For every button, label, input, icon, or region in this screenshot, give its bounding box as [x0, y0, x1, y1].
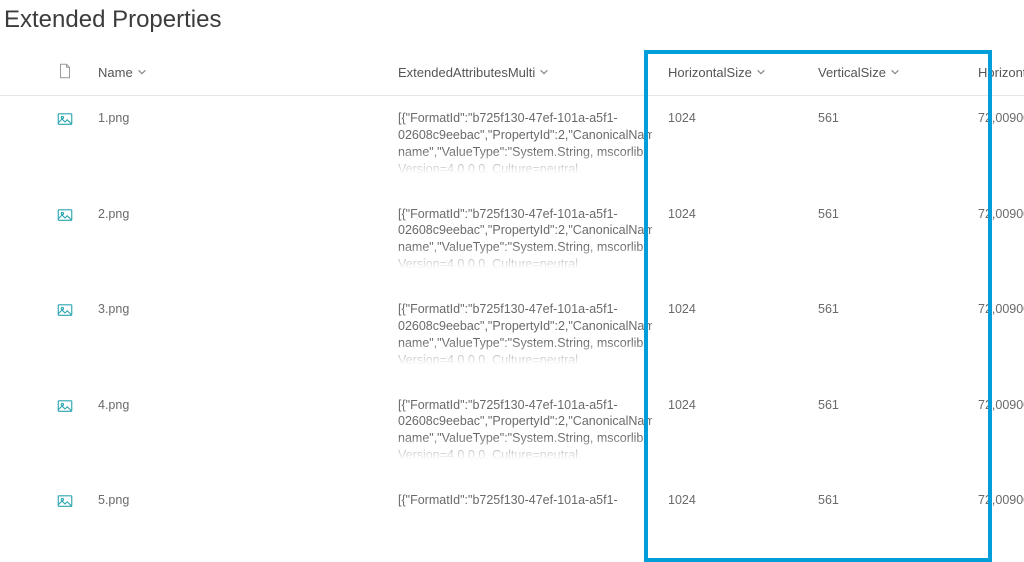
- cell-hsize: 1024: [668, 493, 696, 507]
- cell-name: 5.png: [98, 493, 129, 507]
- cell-ext: [{"FormatId":"b725f130-47ef-101a-a5f1-02…: [398, 397, 652, 465]
- cell-hsize: 1024: [668, 398, 696, 412]
- cell-vsize: 561: [818, 493, 839, 507]
- table-row[interactable]: 3.png [{"FormatId":"b725f130-47ef-101a-a…: [0, 287, 1024, 383]
- cell-hsize: 1024: [668, 302, 696, 316]
- cell-vsize: 561: [818, 207, 839, 221]
- image-file-icon: [56, 499, 74, 513]
- cell-ext: [{"FormatId":"b725f130-47ef-101a-a5f1-02…: [398, 301, 652, 369]
- chevron-down-icon: [756, 65, 766, 80]
- column-header-name[interactable]: Name: [98, 65, 147, 80]
- cell-hsize: 1024: [668, 111, 696, 125]
- column-header-ext[interactable]: ExtendedAttributesMulti: [398, 65, 549, 80]
- table-row[interactable]: 2.png [{"FormatId":"b725f130-47ef-101a-a…: [0, 192, 1024, 288]
- column-header-ext-label: ExtendedAttributesMulti: [398, 65, 535, 80]
- cell-hres: 72,0090026: [978, 111, 1024, 125]
- column-header-name-label: Name: [98, 65, 133, 80]
- chevron-down-icon: [137, 65, 147, 80]
- column-header-hres-label: HorizontalR: [978, 65, 1024, 80]
- doctype-header-icon[interactable]: [56, 68, 74, 83]
- table-row[interactable]: 4.png [{"FormatId":"b725f130-47ef-101a-a…: [0, 383, 1024, 479]
- column-header-hres[interactable]: HorizontalR: [978, 65, 1024, 80]
- image-file-icon: [56, 117, 74, 131]
- cell-name: 4.png: [98, 398, 129, 412]
- cell-hres: 72,0090026: [978, 398, 1024, 412]
- cell-hres: 72,0090026: [978, 493, 1024, 507]
- table-row[interactable]: 5.png [{"FormatId":"b725f130-47ef-101a-a…: [0, 478, 1024, 529]
- column-header-vsize[interactable]: VerticalSize: [818, 65, 900, 80]
- table-header-row: Name ExtendedAttributesMulti HorizontalS…: [0, 52, 1024, 96]
- page-title: Extended Properties: [0, 0, 1024, 52]
- cell-name: 3.png: [98, 302, 129, 316]
- cell-hsize: 1024: [668, 207, 696, 221]
- cell-hres: 72,0090026: [978, 207, 1024, 221]
- properties-table: Name ExtendedAttributesMulti HorizontalS…: [0, 52, 1024, 529]
- cell-vsize: 561: [818, 302, 839, 316]
- column-header-hsize-label: HorizontalSize: [668, 65, 752, 80]
- cell-hres: 72,0090026: [978, 302, 1024, 316]
- cell-ext: [{"FormatId":"b725f130-47ef-101a-a5f1-02…: [398, 110, 652, 178]
- cell-vsize: 561: [818, 111, 839, 125]
- image-file-icon: [56, 213, 74, 227]
- cell-ext: [{"FormatId":"b725f130-47ef-101a-a5f1-: [398, 493, 618, 507]
- chevron-down-icon: [890, 65, 900, 80]
- column-header-vsize-label: VerticalSize: [818, 65, 886, 80]
- cell-vsize: 561: [818, 398, 839, 412]
- cell-name: 1.png: [98, 111, 129, 125]
- chevron-down-icon: [539, 65, 549, 80]
- column-header-hsize[interactable]: HorizontalSize: [668, 65, 766, 80]
- image-file-icon: [56, 308, 74, 322]
- table-row[interactable]: 1.png [{"FormatId":"b725f130-47ef-101a-a…: [0, 96, 1024, 192]
- cell-name: 2.png: [98, 207, 129, 221]
- cell-ext: [{"FormatId":"b725f130-47ef-101a-a5f1-02…: [398, 206, 652, 274]
- image-file-icon: [56, 404, 74, 418]
